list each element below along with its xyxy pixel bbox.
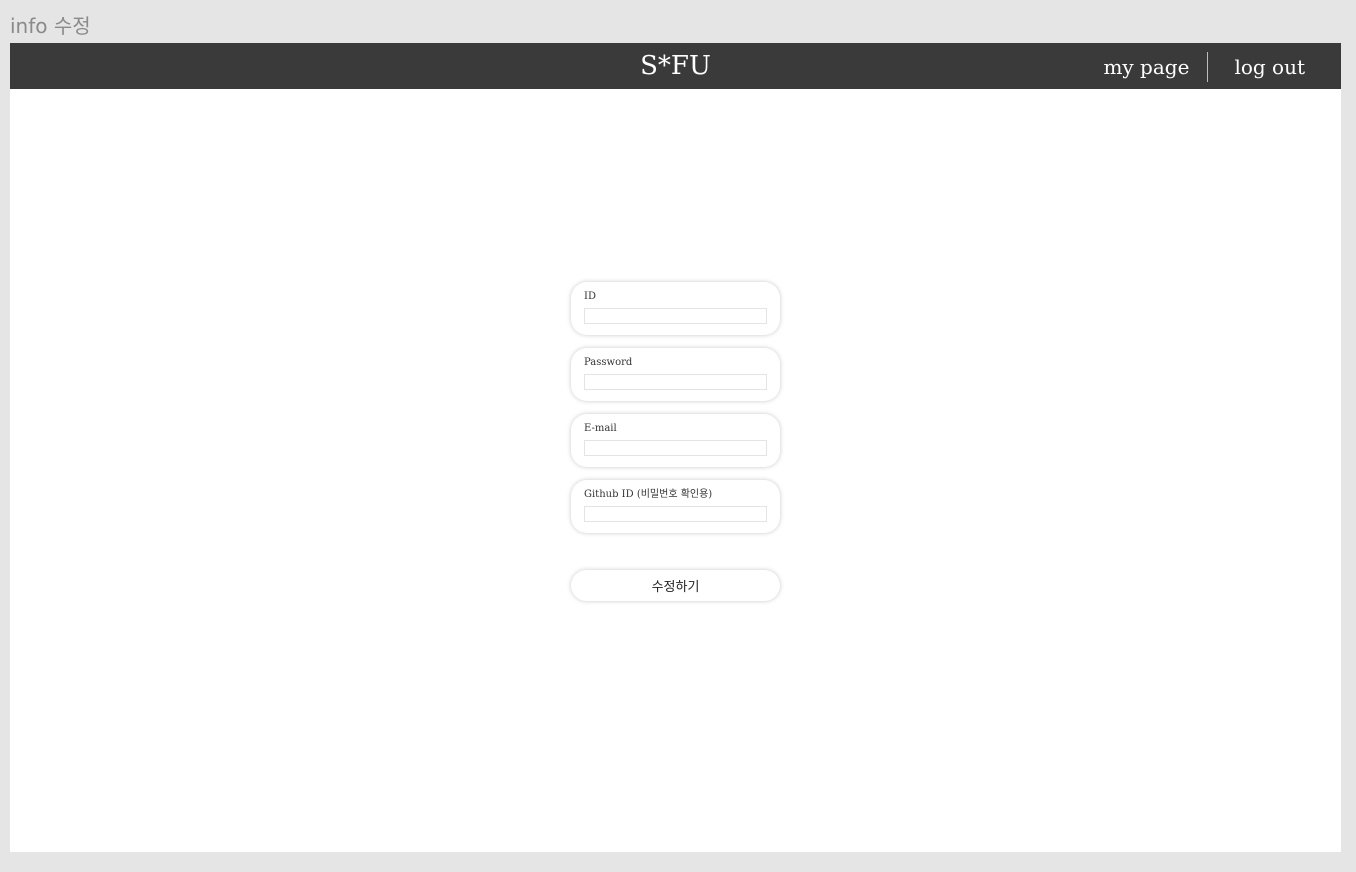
password-label: Password: [584, 357, 633, 368]
frame-title: info 수정: [10, 14, 91, 38]
email-label: E-mail: [584, 423, 617, 434]
email-field-card: E-mail: [571, 414, 780, 467]
edit-info-form: ID Password E-mail Github ID (비밀번호 확인용) …: [571, 282, 780, 601]
header-bar: S*FU my page log out: [10, 43, 1341, 89]
id-field-card: ID: [571, 282, 780, 335]
email-input[interactable]: [584, 440, 767, 456]
submit-edit-button[interactable]: 수정하기: [571, 570, 780, 601]
id-label: ID: [584, 291, 596, 302]
github-id-input[interactable]: [584, 506, 767, 522]
password-field-card: Password: [571, 348, 780, 401]
github-id-field-card: Github ID (비밀번호 확인용): [571, 480, 780, 533]
id-input[interactable]: [584, 308, 767, 324]
nav-divider: [1207, 52, 1209, 82]
header-nav: my page log out: [1103, 52, 1305, 82]
github-id-label: Github ID (비밀번호 확인용): [584, 489, 713, 500]
password-input[interactable]: [584, 374, 767, 390]
page-frame: S*FU my page log out ID Password E-mail …: [10, 43, 1341, 852]
log-out-link[interactable]: log out: [1234, 52, 1305, 82]
my-page-link[interactable]: my page: [1103, 52, 1189, 82]
